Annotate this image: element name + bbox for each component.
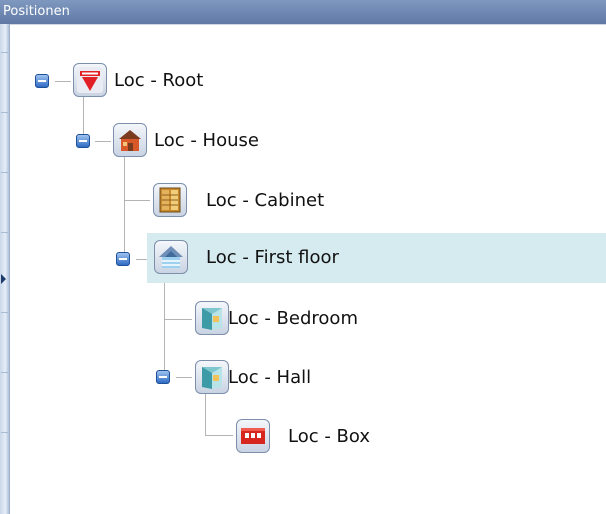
splitter-arrow-icon[interactable] [1,274,6,284]
tree-node-label: Loc - Cabinet [206,190,325,211]
tree-node-box[interactable]: Loc - Box [233,412,453,462]
splitter-divider [1,312,8,313]
carlo-gavazzi-logo-icon [73,63,107,97]
tree-connector [176,377,192,378]
tree-node-cabinet[interactable]: Loc - Cabinet [150,176,370,226]
house-icon [113,123,147,157]
tree-node-label: Loc - Hall [228,367,312,388]
tree-node-root[interactable]: Loc - Root [71,56,291,106]
tree-node-label: Loc - Root [114,70,204,91]
collapse-toggle-root[interactable] [35,74,49,88]
tree-node-house[interactable]: Loc - House [111,116,331,166]
tree-connector [95,141,111,142]
tree-connector [124,200,150,201]
splitter-divider [1,172,8,173]
left-splitter[interactable] [0,24,10,514]
collapse-toggle-hall[interactable] [156,370,170,384]
panel-title-bar: Positionen [0,0,606,24]
tree-connector [164,267,165,377]
room-icon [195,301,229,335]
splitter-divider [1,372,8,373]
tree-connector [55,81,71,82]
floor-icon [154,240,188,274]
tree-connector [205,435,233,436]
tree-node-label: Loc - Box [288,426,371,447]
box-icon [236,419,270,453]
room-icon [195,360,229,394]
tree-view[interactable]: Loc - Root Loc - House Loc - Cabinet Loc… [10,24,606,514]
tree-node-hall[interactable]: Loc - Hall [192,353,412,403]
splitter-divider [1,112,8,113]
tree-connector [164,319,192,320]
panel-title: Positionen [3,4,70,19]
tree-node-label: Loc - House [154,130,259,151]
collapse-toggle-first-floor[interactable] [116,252,130,266]
tree-node-label: Loc - First floor [206,247,339,268]
collapse-toggle-house[interactable] [76,134,90,148]
splitter-divider [1,52,8,53]
tree-node-label: Loc - Bedroom [228,308,358,329]
tree-node-first-floor[interactable]: Loc - First floor [147,233,606,283]
splitter-divider [1,232,8,233]
tree-node-bedroom[interactable]: Loc - Bedroom [192,294,432,344]
cabinet-icon [153,183,187,217]
splitter-divider [1,432,8,433]
